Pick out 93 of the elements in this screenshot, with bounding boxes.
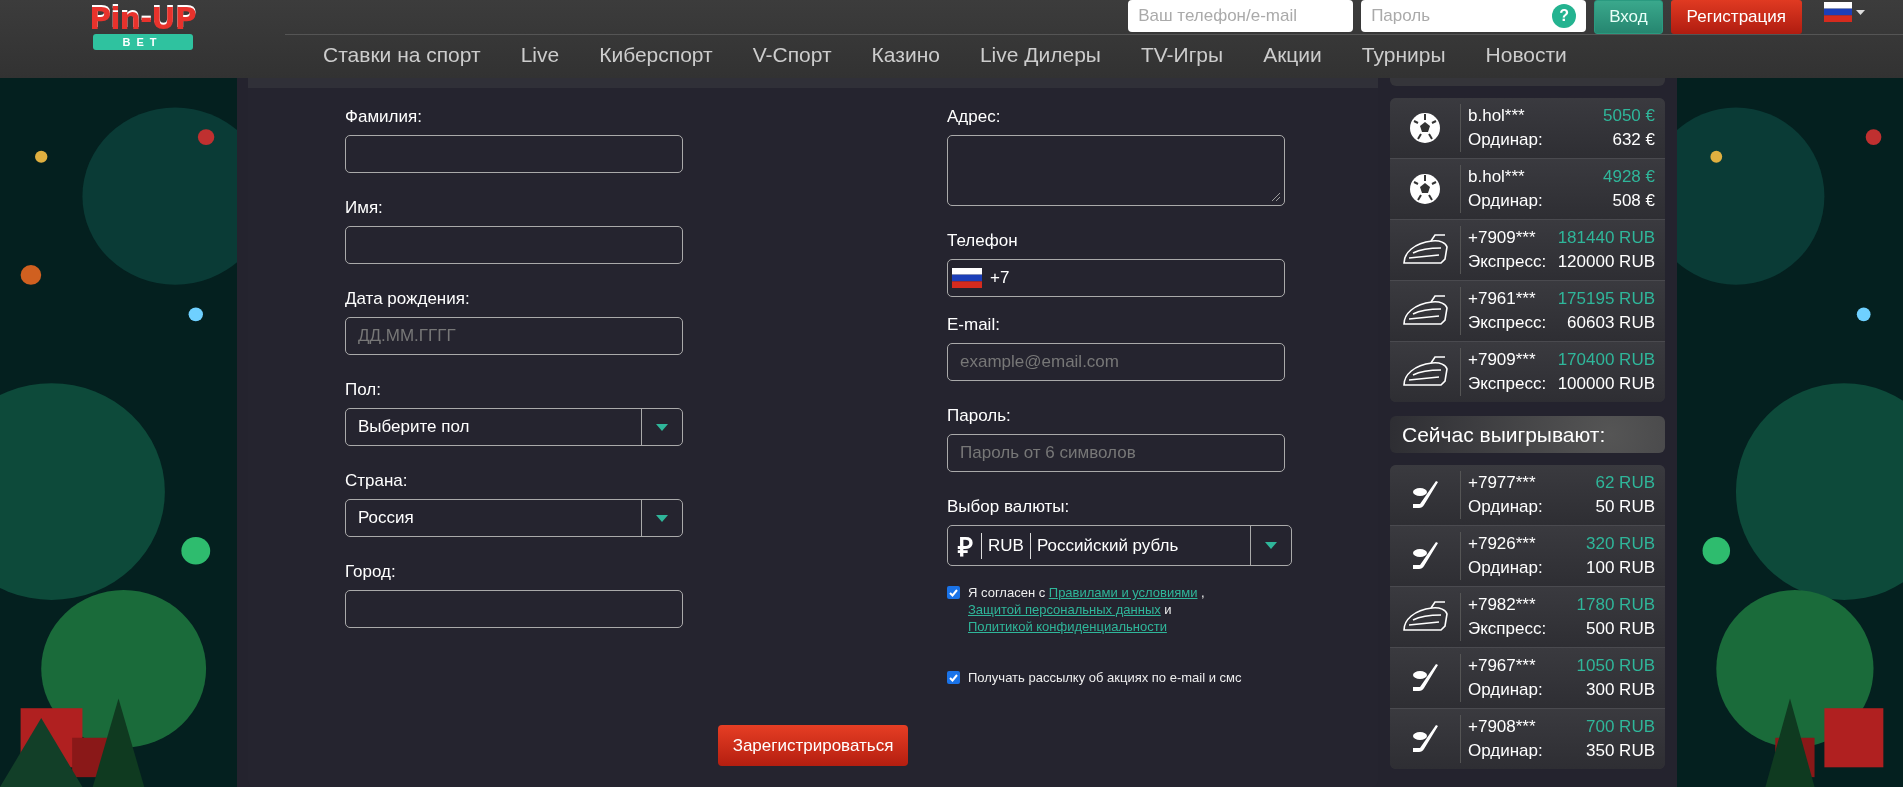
select-field[interactable]: Выберите пол <box>345 408 683 446</box>
bet-type: Ординар: <box>1468 740 1544 762</box>
bet-type: Ординар: <box>1468 679 1544 701</box>
stake-amount: 300 RUB <box>1585 679 1655 701</box>
consent-link[interactable]: Политикой конфиденциальности <box>968 619 1167 634</box>
user-name: +7967*** <box>1468 655 1537 677</box>
select-field[interactable]: Россия <box>345 499 683 537</box>
phone-field[interactable]: +7 <box>947 259 1285 297</box>
stake-amount: 120000 RUB <box>1556 251 1655 273</box>
consent-link[interactable]: Правилами и условиями <box>1048 585 1198 600</box>
caret-icon <box>656 514 668 522</box>
bet-type: Ординар: <box>1468 129 1544 151</box>
win-amount: 1780 RUB <box>1575 594 1655 616</box>
field-label: Страна: <box>345 470 409 492</box>
user-name: +7961*** <box>1468 288 1537 310</box>
register-button[interactable]: Регистрация <box>1670 0 1802 34</box>
text-field[interactable] <box>345 226 683 264</box>
consent-text: Я согласен с Правилами и условиями , Защитой персональных данных и Политикой конфиденциальности <box>968 584 1206 635</box>
nav-link[interactable]: Акции <box>1243 43 1342 67</box>
bet-type: Ординар: <box>1468 557 1544 579</box>
bet-type: Экспресс: <box>1468 251 1548 273</box>
soccer-ball-icon <box>1408 111 1442 145</box>
register-submit-button[interactable]: Зарегистрироваться <box>717 725 909 766</box>
field-label: E-mail: <box>947 314 1001 336</box>
user-name: b.hol*** <box>1468 105 1526 127</box>
user-name: b.hol*** <box>1468 166 1526 188</box>
nav-link[interactable]: Live Дилеры <box>959 43 1121 67</box>
caret-icon <box>1265 542 1277 549</box>
field-label: Город: <box>345 561 397 583</box>
win-amount: 700 RUB <box>1585 716 1655 738</box>
stake-amount: 500 RUB <box>1585 618 1655 640</box>
win-amount: 175195 RUB <box>1556 288 1655 310</box>
nav-link[interactable]: V-Спорт <box>732 43 852 67</box>
stake-amount: 50 RUB <box>1594 496 1655 518</box>
ruble-sign: ₽ <box>956 530 974 564</box>
stake-amount: 350 RUB <box>1585 740 1655 762</box>
win-amount: 320 RUB <box>1585 533 1655 555</box>
nav-link[interactable]: Ставки на спорт <box>303 43 501 67</box>
flag-icon[interactable] <box>1824 2 1852 22</box>
nav-link[interactable]: Live <box>500 43 580 67</box>
resize-handle-icon <box>1272 193 1280 201</box>
bet-type: Ординар: <box>1468 496 1544 518</box>
bet-type: Экспресс: <box>1468 618 1548 640</box>
win-amount: 170400 RUB <box>1556 349 1655 371</box>
text-field[interactable] <box>345 135 683 173</box>
consent-link[interactable]: Защитой персональных данных <box>968 602 1161 617</box>
nav-link[interactable]: TV-Игры <box>1120 43 1244 67</box>
user-name: +7909*** <box>1468 349 1537 371</box>
checkbox[interactable] <box>947 586 960 599</box>
train-icon <box>1401 294 1449 328</box>
field-label: Дата рождения: <box>345 288 471 310</box>
field-label: Выбор валюты: <box>947 496 1071 518</box>
caret-icon <box>656 423 668 431</box>
user-name: +7926*** <box>1468 533 1537 555</box>
win-amount: 1050 RUB <box>1575 655 1655 677</box>
train-icon <box>1401 355 1449 389</box>
field-label: Телефон <box>947 230 1019 252</box>
user-name: +7977*** <box>1468 472 1537 494</box>
stake-amount: 100000 RUB <box>1556 373 1655 395</box>
win-amount: 5050 € <box>1602 105 1655 127</box>
caret-icon[interactable] <box>1856 9 1865 15</box>
field-label: Пол: <box>345 379 382 401</box>
bet-type: Экспресс: <box>1468 312 1548 334</box>
checkbox[interactable] <box>947 671 960 684</box>
field-label: Пароль: <box>947 405 1012 427</box>
nav-link[interactable]: Казино <box>851 43 960 67</box>
train-icon <box>1401 600 1449 634</box>
field-label: Фамилия: <box>345 106 423 128</box>
bet-type: Ординар: <box>1468 190 1544 212</box>
nav-link[interactable]: Киберспорт <box>579 43 733 67</box>
user-name: +7909*** <box>1468 227 1537 249</box>
win-amount: 181440 RUB <box>1556 227 1655 249</box>
nav-link[interactable]: Турниры <box>1341 43 1466 67</box>
stake-amount: 100 RUB <box>1585 557 1655 579</box>
stake-amount: 508 € <box>1611 190 1655 212</box>
stake-amount: 60603 RUB <box>1566 312 1655 334</box>
address-field[interactable] <box>947 135 1285 206</box>
nav-link[interactable]: Новости <box>1465 43 1587 67</box>
bet-type: Экспресс: <box>1468 373 1548 395</box>
section-title: Сейчас выигрывают: <box>1390 416 1665 453</box>
train-icon <box>1401 233 1449 267</box>
text-field[interactable] <box>345 590 683 628</box>
win-amount: 62 RUB <box>1594 472 1655 494</box>
stake-amount: 632 € <box>1611 129 1655 151</box>
user-name: +7908*** <box>1468 716 1537 738</box>
consent-text: Получать рассылку об акциях по e-mail и смс <box>968 669 1242 686</box>
soccer-ball-icon <box>1408 172 1442 206</box>
field-label: Имя: <box>345 197 384 219</box>
user-name: +7982*** <box>1468 594 1537 616</box>
win-amount: 4928 € <box>1602 166 1655 188</box>
field-label: Адрес: <box>947 106 1002 128</box>
flag-icon <box>952 268 982 288</box>
currency-select[interactable]: ₽ RUB Российский рубль <box>947 525 1292 566</box>
